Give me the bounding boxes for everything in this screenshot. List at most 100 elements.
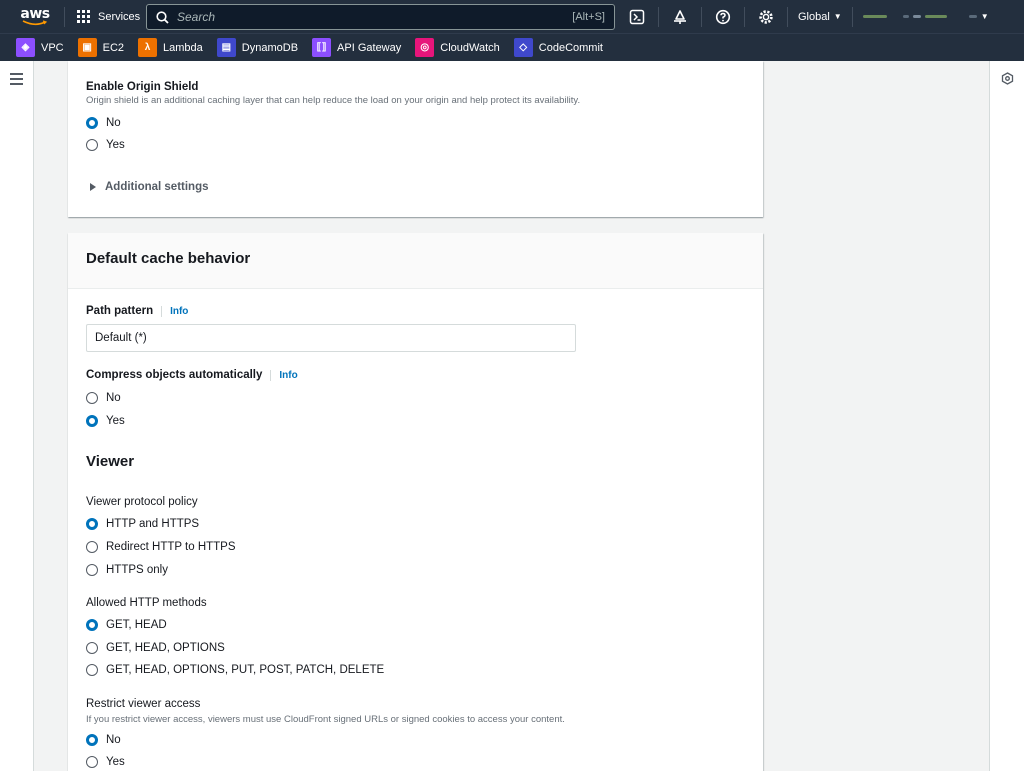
radio-label: Yes bbox=[106, 756, 125, 768]
allowed-methods-label: Allowed HTTP methods bbox=[86, 597, 207, 609]
favorite-label: Lambda bbox=[163, 41, 203, 54]
additional-settings-label: Additional settings bbox=[105, 181, 209, 193]
origin-settings-panel: Enable Origin Shield Origin shield is an… bbox=[68, 61, 763, 217]
settings-icon[interactable] bbox=[755, 6, 777, 28]
services-label: Services bbox=[98, 10, 141, 23]
restrict-yes-radio[interactable]: Yes bbox=[86, 756, 125, 768]
radio-label: Redirect HTTP to HTTPS bbox=[106, 541, 236, 553]
protocol-http-https-radio[interactable]: HTTP and HTTPS bbox=[86, 518, 199, 530]
radio-unselected-icon bbox=[86, 541, 98, 553]
protocol-redirect-radio[interactable]: Redirect HTTP to HTTPS bbox=[86, 541, 236, 553]
chevron-down-icon: ▼ bbox=[980, 12, 989, 21]
radio-unselected-icon bbox=[86, 642, 98, 654]
path-pattern-field[interactable]: Default (*) bbox=[86, 324, 576, 352]
protocol-https-only-radio[interactable]: HTTPS only bbox=[86, 564, 168, 576]
radio-selected-icon bbox=[86, 619, 98, 631]
radio-selected-icon bbox=[86, 415, 98, 427]
compress-yes-radio[interactable]: Yes bbox=[86, 415, 125, 427]
search-placeholder: Search bbox=[177, 10, 216, 24]
ec2-icon: ▣ bbox=[77, 38, 97, 57]
aws-logo-text: aws bbox=[20, 5, 50, 22]
favorite-dynamodb[interactable]: ▤ DynamoDB bbox=[216, 38, 299, 57]
radio-label: GET, HEAD, OPTIONS bbox=[106, 642, 225, 654]
restrict-viewer-label: Restrict viewer access bbox=[86, 698, 201, 710]
dynamodb-icon: ▤ bbox=[216, 38, 236, 57]
chevron-down-icon: ▼ bbox=[833, 12, 842, 21]
favorite-api-gateway[interactable]: ⟦⟧ API Gateway bbox=[312, 38, 401, 57]
region-selector[interactable]: Global ▼ bbox=[798, 11, 842, 23]
restrict-viewer-description: If you restrict viewer access, viewers m… bbox=[86, 714, 565, 725]
methods-get-head-options-radio[interactable]: GET, HEAD, OPTIONS bbox=[86, 642, 225, 654]
radio-selected-icon bbox=[86, 117, 98, 129]
favorite-lambda[interactable]: λ Lambda bbox=[138, 38, 203, 57]
panel-header: Default cache behavior bbox=[68, 233, 763, 289]
region-label: Global bbox=[798, 10, 830, 23]
account-redacted bbox=[862, 15, 887, 18]
tools-panel bbox=[989, 61, 1024, 771]
favorites-bar: ◈ VPC ▣ EC2 λ Lambda ▤ DynamoDB ⟦⟧ API Gateway ◎ Cl… bbox=[0, 33, 1024, 61]
favorite-label: API Gateway bbox=[337, 41, 402, 54]
favorite-ec2[interactable]: ▣ EC2 bbox=[77, 38, 125, 57]
services-grid-icon bbox=[77, 9, 91, 24]
nav-divider bbox=[64, 6, 65, 27]
restrict-no-radio[interactable]: No bbox=[86, 734, 121, 746]
favorite-cloudwatch[interactable]: ◎ CloudWatch bbox=[415, 38, 500, 57]
aws-logo[interactable]: aws bbox=[14, 5, 56, 26]
path-pattern-label: Path pattern Info bbox=[86, 305, 188, 317]
origin-shield-yes-radio[interactable]: Yes bbox=[86, 139, 125, 151]
menu-icon[interactable] bbox=[10, 73, 23, 88]
favorite-label: CodeCommit bbox=[538, 41, 603, 54]
radio-selected-icon bbox=[86, 518, 98, 530]
radio-label: HTTPS only bbox=[106, 564, 168, 576]
favorite-label: CloudWatch bbox=[440, 41, 500, 54]
radio-unselected-icon bbox=[86, 664, 98, 676]
origin-shield-description: Origin shield is an additional caching l… bbox=[86, 95, 581, 106]
favorite-label: EC2 bbox=[102, 41, 125, 54]
api-gateway-icon: ⟦⟧ bbox=[312, 38, 332, 57]
top-navigation: aws Services Search [Alt+S] Global ▼ ▼ bbox=[0, 0, 1024, 33]
services-menu-button[interactable]: Services bbox=[77, 9, 141, 24]
compress-info-link[interactable]: Info bbox=[270, 369, 298, 381]
help-icon[interactable] bbox=[712, 6, 734, 28]
origin-shield-no-radio[interactable]: No bbox=[86, 117, 121, 129]
radio-label: GET, HEAD, OPTIONS, PUT, POST, PATCH, DE… bbox=[106, 664, 385, 676]
notifications-icon[interactable] bbox=[669, 6, 691, 28]
favorite-codecommit[interactable]: ◇ CodeCommit bbox=[513, 38, 603, 57]
compress-no-radio[interactable]: No bbox=[86, 392, 121, 404]
panel-title: Default cache behavior bbox=[86, 250, 251, 267]
tools-icon[interactable] bbox=[1001, 72, 1014, 85]
favorite-label: DynamoDB bbox=[241, 41, 299, 54]
methods-all-radio[interactable]: GET, HEAD, OPTIONS, PUT, POST, PATCH, DE… bbox=[86, 664, 384, 676]
search-icon bbox=[156, 10, 169, 24]
cloudwatch-icon: ◎ bbox=[415, 38, 435, 57]
search-shortcut: [Alt+S] bbox=[572, 11, 605, 23]
radio-label: HTTP and HTTPS bbox=[106, 518, 200, 530]
radio-selected-icon bbox=[86, 734, 98, 746]
compress-label: Compress objects automatically Info bbox=[86, 369, 298, 381]
favorite-label: VPC bbox=[41, 41, 64, 54]
additional-settings-toggle[interactable]: Additional settings bbox=[90, 181, 209, 193]
radio-unselected-icon bbox=[86, 392, 98, 404]
viewer-protocol-label: Viewer protocol policy bbox=[86, 496, 198, 508]
search-input[interactable]: Search [Alt+S] bbox=[146, 4, 615, 30]
default-cache-behavior-panel: Default cache behavior Path pattern Info… bbox=[68, 233, 763, 771]
radio-label: No bbox=[106, 117, 121, 129]
radio-label: Yes bbox=[106, 415, 125, 427]
origin-shield-label: Enable Origin Shield bbox=[86, 81, 199, 93]
vpc-icon: ◈ bbox=[16, 38, 35, 57]
aws-smile-icon bbox=[22, 19, 48, 25]
account-menu[interactable]: ▼ bbox=[862, 12, 989, 21]
methods-get-head-radio[interactable]: GET, HEAD bbox=[86, 619, 167, 631]
path-pattern-label-text: Path pattern bbox=[86, 305, 154, 317]
lambda-icon: λ bbox=[138, 38, 158, 57]
caret-right-icon bbox=[90, 183, 96, 191]
cloudshell-icon[interactable] bbox=[626, 6, 648, 28]
path-pattern-info-link[interactable]: Info bbox=[161, 305, 188, 317]
radio-label: Yes bbox=[106, 139, 125, 151]
radio-unselected-icon bbox=[86, 139, 98, 151]
viewer-heading: Viewer bbox=[86, 453, 135, 470]
favorite-vpc[interactable]: ◈ VPC bbox=[16, 38, 64, 57]
radio-label: GET, HEAD bbox=[106, 619, 167, 631]
codecommit-icon: ◇ bbox=[513, 38, 533, 57]
compress-label-text: Compress objects automatically bbox=[86, 369, 263, 381]
